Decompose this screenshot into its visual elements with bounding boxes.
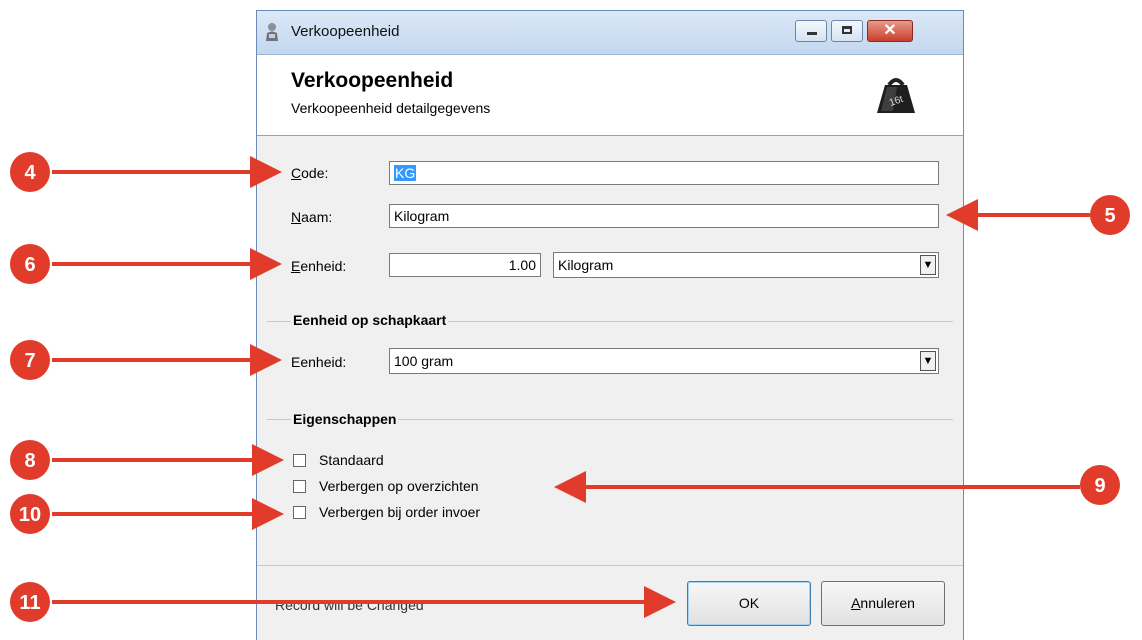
cancel-label-text: nnuleren	[860, 595, 915, 611]
annotation-badge-10	[10, 494, 50, 534]
eenheid-label: Eenheid:	[291, 258, 346, 274]
verbergen-overzichten-checkbox[interactable]	[293, 480, 306, 493]
annotation-label-5: 5	[1104, 205, 1115, 227]
annotation-label-6: 6	[24, 254, 35, 276]
dropdown-arrow-icon[interactable]: ▼	[920, 351, 936, 371]
code-label-text: ode:	[301, 165, 329, 181]
naam-label-accel: N	[291, 209, 302, 225]
code-input[interactable]: KG	[389, 161, 939, 185]
naam-label-text: aam:	[301, 209, 333, 225]
footer-divider	[257, 565, 963, 566]
shelf-group-title: Eenheid op schapkaart	[291, 312, 449, 328]
code-label-accel: C	[291, 165, 302, 181]
maximize-icon	[842, 26, 852, 34]
annotation-label-8: 8	[24, 450, 35, 472]
eenheid-amount-value: 1.00	[508, 257, 536, 273]
minimize-icon	[807, 32, 817, 35]
eenheid-unit-dropdown[interactable]: Kilogram ▼	[553, 252, 939, 278]
status-text: Record will be Changed	[275, 597, 424, 613]
close-icon: ✕	[883, 22, 897, 39]
annotation-badge-8	[10, 440, 50, 480]
code-value: KG	[394, 165, 417, 181]
naam-label: Naam:	[291, 209, 332, 225]
title-bar[interactable]: Verkoopeenheid ✕	[257, 11, 963, 55]
dialog-heading: Verkoopeenheid	[291, 69, 454, 92]
weight-icon: 16t	[877, 78, 915, 113]
dropdown-arrow-icon[interactable]: ▼	[920, 255, 936, 275]
props-group-title: Eigenschappen	[291, 411, 399, 427]
dialog-window: Verkoopeenheid ✕ Verkoopeenheid Verkoope…	[256, 10, 964, 640]
annotation-badge-7	[10, 340, 50, 380]
code-label: Code:	[291, 165, 328, 181]
annotation-badge-11	[10, 582, 50, 622]
annotation-label-4: 4	[24, 162, 36, 184]
shelf-eenheid-dropdown[interactable]: 100 gram ▼	[389, 348, 939, 374]
close-button[interactable]: ✕	[867, 20, 913, 42]
verbergen-overzichten-label: Verbergen op overzichten	[319, 478, 479, 494]
eenheid-unit-value: Kilogram	[558, 257, 614, 273]
annotation-label-10: 10	[19, 504, 41, 526]
standaard-checkbox[interactable]	[293, 454, 306, 467]
cancel-button[interactable]: Annuleren	[821, 581, 945, 626]
annotation-badge-9	[1080, 465, 1120, 505]
eenheid-amount-input[interactable]: 1.00	[389, 253, 541, 277]
minimize-button[interactable]	[795, 20, 827, 42]
naam-input[interactable]: Kilogram	[389, 204, 939, 228]
annotation-label-11: 11	[19, 592, 40, 614]
ok-button[interactable]: OK	[687, 581, 811, 626]
shelf-eenheid-label: Eenheid:	[291, 354, 347, 370]
annotation-label-9: 9	[1094, 475, 1105, 497]
eenheid-label-text: enheid:	[300, 258, 347, 274]
annotation-badge-6	[10, 244, 50, 284]
header-panel: Verkoopeenheid Verkoopeenheid detailgege…	[257, 55, 963, 136]
naam-value: Kilogram	[394, 208, 450, 224]
window-title: Verkoopeenheid	[291, 23, 400, 40]
maximize-button[interactable]	[831, 20, 863, 42]
annotation-badge-4	[10, 152, 50, 192]
verbergen-order-label: Verbergen bij order invoer	[319, 504, 481, 520]
annotation-badge-5	[1090, 195, 1130, 235]
shelf-eenheid-value: 100 gram	[394, 353, 454, 369]
annotation-label-7: 7	[24, 350, 35, 372]
app-icon	[266, 23, 278, 41]
verbergen-order-checkbox[interactable]	[293, 506, 306, 519]
standaard-label: Standaard	[319, 452, 384, 468]
eenheid-label-accel: E	[291, 258, 301, 274]
dialog-subheading: Verkoopeenheid detailgegevens	[291, 100, 491, 116]
